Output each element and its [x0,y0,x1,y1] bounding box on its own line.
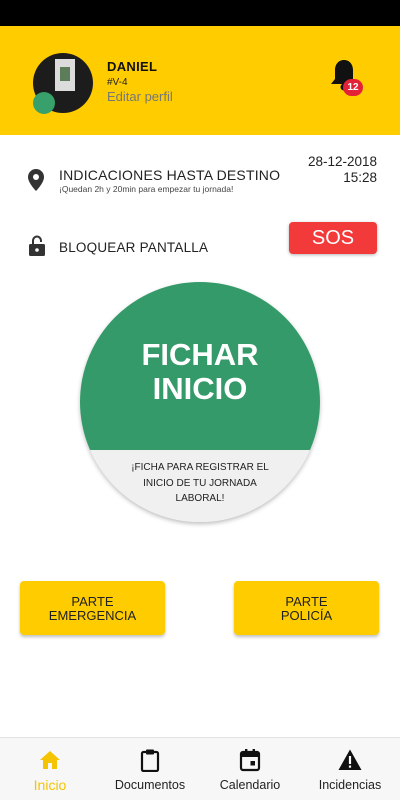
clipboard-icon [140,749,160,772]
bottom-navigation: Inicio Documentos Calendario Incidencias [0,737,400,800]
clock-in-title-line1: FICHAR [141,337,259,372]
location-pin-icon [28,169,44,191]
nav-item-documentos[interactable]: Documentos [100,738,200,801]
lock-screen-button[interactable]: BLOQUEAR PANTALLA [59,240,208,255]
nav-item-label: Calendario [219,778,281,792]
notification-badge: 12 [343,79,363,96]
nav-item-calendario[interactable]: Calendario [200,738,300,801]
nav-item-label: Inicio [33,777,67,793]
destination-remaining-time: ¡Quedan 2h y 20min para empezar tu jorna… [59,184,234,194]
calendar-icon [239,749,261,772]
emergency-report-button[interactable]: PARTE EMERGENCIA [20,581,165,635]
nav-item-label: Incidencias [318,778,382,792]
sos-button[interactable]: SOS [289,222,377,254]
clock-in-hint: ¡FICHA PARA REGISTRAR EL INICIO DE TU JO… [131,462,269,504]
warning-icon [338,749,362,770]
police-report-button[interactable]: PARTE POLICÍA [234,581,379,635]
nav-item-incidencias[interactable]: Incidencias [300,738,400,801]
clock-in-button[interactable]: FICHAR INICIO ¡FICHA PARA REGISTRAR EL I… [80,282,320,522]
user-name: DANIEL [107,59,158,74]
current-date: 28-12-2018 [307,154,377,169]
destination-directions-link[interactable]: INDICACIONES HASTA DESTINO [59,167,280,183]
nav-item-label: Documentos [114,778,186,792]
emergency-report-label-line2: EMERGENCIA [48,608,137,623]
edit-profile-link[interactable]: Editar perfil [107,89,173,104]
police-report-label-line2: POLICÍA [280,608,333,623]
home-icon [40,751,60,769]
nav-item-inicio[interactable]: Inicio [0,738,100,801]
online-status-dot [33,92,55,114]
current-time: 15:28 [343,170,377,185]
avatar-photo [55,59,75,91]
profile-header: DANIEL #V-4 Editar perfil 12 [0,26,400,135]
clock-in-title-line2: INICIO [152,371,248,406]
status-bar [0,0,400,26]
police-report-label-line1: PARTE [285,594,328,609]
lock-icon [29,235,45,256]
emergency-report-label-line1: PARTE [71,594,114,609]
user-code: #V-4 [107,77,128,88]
clock-in-title: FICHAR INICIO [80,338,320,406]
